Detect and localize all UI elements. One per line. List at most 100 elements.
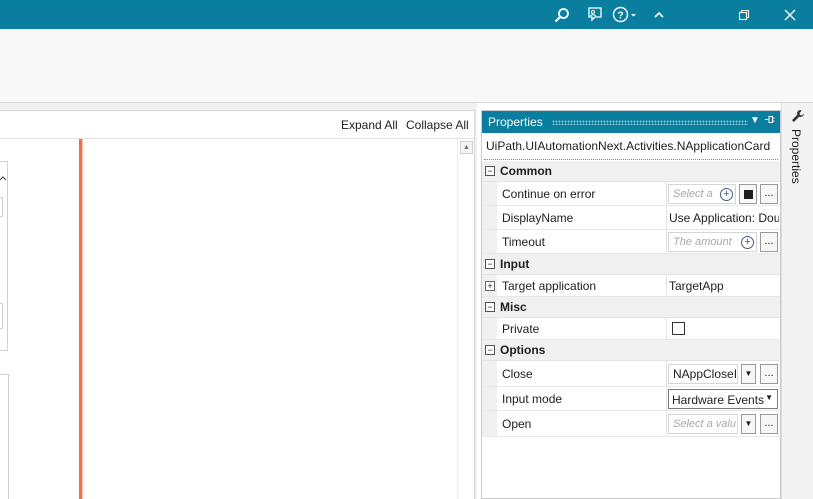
ellipsis-button[interactable]: ...: [760, 414, 778, 434]
row-gutter: [482, 361, 497, 386]
collapse-ribbon-icon[interactable]: [649, 0, 669, 29]
properties-dock-tab[interactable]: Properties: [781, 103, 813, 499]
row-gutter: [482, 411, 497, 436]
property-continue-on-error[interactable]: Continue on error Select a + ...: [482, 182, 780, 206]
column-divider[interactable]: [666, 206, 667, 229]
category-label: Input: [500, 257, 530, 271]
row-gutter: [482, 230, 497, 253]
designer-panel: Expand All Collapse All ▲: [0, 110, 475, 499]
designer-pane: Expand All Collapse All ▲: [0, 103, 477, 499]
chevron-up-icon[interactable]: [0, 173, 7, 183]
ribbon: [0, 29, 813, 103]
plus-circle-icon[interactable]: +: [720, 188, 733, 201]
property-name: Private: [502, 322, 540, 336]
category-misc[interactable]: − Misc: [482, 297, 780, 318]
property-target-application[interactable]: + Target application TargetApp: [482, 275, 780, 297]
target-application-value[interactable]: TargetApp: [669, 279, 779, 293]
svg-text:?: ?: [617, 11, 623, 22]
row-gutter: [482, 318, 497, 339]
designer-toolbar: Expand All Collapse All: [0, 111, 474, 139]
category-label: Common: [500, 164, 552, 178]
placeholder-text: Select a: [673, 188, 713, 200]
close-input[interactable]: NAppCloseI: [668, 364, 738, 384]
scroll-up-icon[interactable]: ▲: [460, 141, 473, 154]
square-icon: [743, 189, 753, 199]
wrench-icon: [791, 109, 805, 126]
focus-line: [484, 159, 778, 160]
property-close[interactable]: Close NAppCloseI ▼ ...: [482, 361, 780, 387]
property-display-name[interactable]: DisplayName Use Application: Dou: [482, 206, 780, 230]
collapse-all-link[interactable]: Collapse All: [406, 118, 469, 132]
category-input[interactable]: − Input: [482, 254, 780, 275]
category-label: Options: [500, 343, 546, 357]
expand-icon[interactable]: +: [485, 281, 495, 291]
input-mode-value: Hardware Events: [672, 393, 765, 407]
display-name-value[interactable]: Use Application: Dou: [669, 211, 779, 225]
column-divider[interactable]: [666, 275, 667, 296]
open-dropdown-button[interactable]: ▼: [741, 414, 756, 434]
row-gutter: [482, 206, 497, 229]
properties-panel: Properties ▼ UiPath.UIAutomationNext.Act…: [481, 110, 781, 499]
property-timeout[interactable]: Timeout The amount + ...: [482, 230, 780, 254]
expand-all-link[interactable]: Expand All: [341, 118, 398, 132]
restore-icon[interactable]: [733, 0, 755, 29]
close-dropdown-button[interactable]: ▼: [741, 364, 756, 384]
dropdown-icon[interactable]: ▼: [750, 115, 760, 126]
vertical-scrollbar[interactable]: ▲: [457, 139, 474, 499]
search-icon[interactable]: [551, 0, 573, 29]
timeout-input[interactable]: The amount +: [668, 232, 757, 252]
column-divider[interactable]: [666, 387, 667, 410]
drag-grip[interactable]: [552, 120, 748, 125]
property-name: Target application: [502, 279, 597, 293]
column-divider[interactable]: [666, 182, 667, 205]
property-input-mode[interactable]: Input mode Hardware Events ▼: [482, 387, 780, 411]
chevron-down-icon: ▼: [765, 393, 773, 402]
open-input[interactable]: Select a valu: [668, 414, 738, 434]
column-divider[interactable]: [666, 411, 667, 436]
placeholder-text: The amount: [673, 236, 732, 248]
grid-empty-area: [482, 445, 780, 498]
private-checkbox[interactable]: [672, 322, 685, 335]
column-divider[interactable]: [666, 318, 667, 339]
ellipsis-button[interactable]: ...: [760, 184, 778, 204]
title-bar: ?: [0, 0, 813, 29]
help-icon[interactable]: ?: [611, 0, 639, 29]
collapse-icon[interactable]: −: [485, 259, 495, 269]
placeholder-text: Select a valu: [673, 418, 736, 430]
input-mode-select[interactable]: Hardware Events ▼: [668, 389, 778, 409]
activity-card-edge: [0, 374, 9, 499]
category-common[interactable]: − Common: [482, 161, 780, 182]
variable-toggle-button[interactable]: [739, 184, 757, 204]
property-open[interactable]: Open Select a valu ▼ ...: [482, 411, 780, 437]
property-name: Continue on error: [502, 187, 596, 201]
property-name: Close: [502, 367, 533, 381]
canvas-rule: [79, 139, 82, 499]
row-gutter: [482, 387, 497, 410]
continue-on-error-input[interactable]: Select a +: [668, 184, 736, 204]
selected-type-name: UiPath.UIAutomationNext.Activities.NAppl…: [486, 139, 771, 153]
property-grid: − Common Continue on error Select a + ..…: [482, 161, 780, 437]
row-gutter: [482, 182, 497, 205]
ellipsis-button[interactable]: ...: [760, 232, 778, 252]
close-icon[interactable]: [779, 0, 801, 29]
collapse-icon[interactable]: −: [485, 345, 495, 355]
column-divider[interactable]: [666, 230, 667, 253]
activity-field-edge: [0, 197, 3, 217]
collapse-icon[interactable]: −: [485, 302, 495, 312]
collapse-icon[interactable]: −: [485, 166, 495, 176]
dock-label: Properties: [789, 129, 803, 184]
workflow-canvas[interactable]: ▲: [0, 139, 474, 499]
properties-title: Properties: [488, 115, 543, 129]
feedback-icon[interactable]: [583, 0, 605, 29]
property-name: Open: [502, 417, 532, 431]
plus-circle-icon[interactable]: +: [741, 236, 754, 249]
close-value: NAppCloseI: [673, 367, 738, 381]
category-label: Misc: [500, 300, 527, 314]
category-options[interactable]: − Options: [482, 340, 780, 361]
property-name: Timeout: [502, 235, 545, 249]
properties-header: Properties ▼: [482, 111, 780, 133]
column-divider[interactable]: [666, 361, 667, 386]
pin-icon[interactable]: [764, 114, 775, 128]
ellipsis-button[interactable]: ...: [760, 364, 778, 384]
property-private[interactable]: Private: [482, 318, 780, 340]
